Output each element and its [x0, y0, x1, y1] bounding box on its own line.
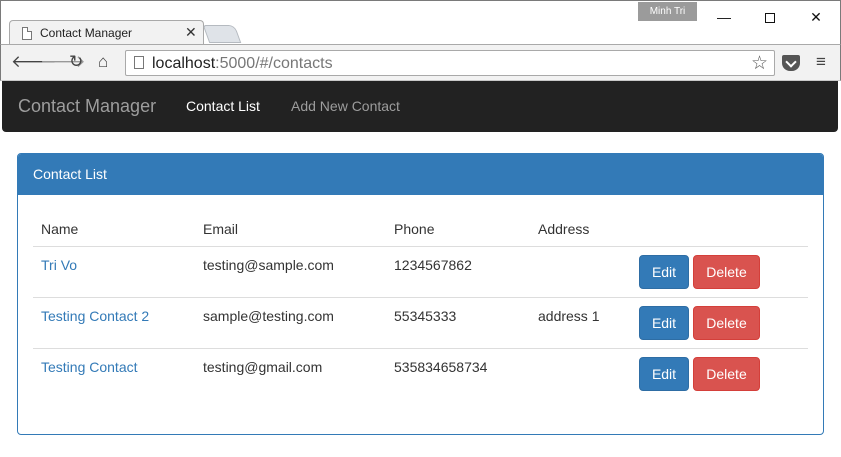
url-host: localhost — [152, 55, 216, 72]
contact-phone: 55345333 — [394, 308, 457, 324]
browser-toolbar: 🡐 🡒 ↻ ⌂ localhost:5000/#/contacts ☆ ≡ — [0, 44, 841, 81]
bookmark-star-icon[interactable]: ☆ — [751, 52, 768, 75]
url-text[interactable]: localhost:5000/#/contacts — [152, 55, 333, 73]
browser-titlebar: Minh Tri — ✕ Contact Manager ✕ — [0, 0, 841, 46]
edit-button[interactable]: Edit — [639, 357, 689, 391]
page-icon — [22, 27, 32, 40]
table-row: Testing Contact 2 sample@testing.com 553… — [33, 298, 808, 349]
contact-email: testing@gmail.com — [203, 359, 323, 375]
contact-phone: 535834658734 — [394, 359, 488, 375]
edit-button[interactable]: Edit — [639, 255, 689, 289]
reload-icon[interactable]: ↻ — [69, 52, 83, 72]
navbar-brand[interactable]: Contact Manager — [18, 96, 156, 117]
contact-phone: 1234567862 — [394, 257, 472, 273]
pocket-icon[interactable] — [782, 55, 800, 71]
table-row: Testing Contact testing@gmail.com 535834… — [33, 349, 808, 400]
delete-button[interactable]: Delete — [693, 306, 760, 340]
delete-button[interactable]: Delete — [693, 357, 760, 391]
column-header-email: Email — [203, 221, 239, 237]
edit-button[interactable]: Edit — [639, 306, 689, 340]
browser-user-badge[interactable]: Minh Tri — [638, 2, 697, 21]
minimize-button[interactable]: — — [701, 3, 747, 31]
contacts-table: Name Email Phone Address Tri Vo testing@… — [33, 209, 808, 400]
url-path: :5000/#/contacts — [215, 55, 333, 72]
contact-name-link[interactable]: Testing Contact — [41, 359, 138, 375]
app-navbar: Contact Manager Contact List Add New Con… — [2, 81, 838, 132]
tab-title: Contact Manager — [40, 26, 133, 40]
page-info-icon — [134, 56, 144, 69]
table-header-row: Name Email Phone Address — [33, 209, 808, 247]
column-header-address: Address — [538, 221, 590, 237]
delete-button[interactable]: Delete — [693, 255, 760, 289]
address-bar[interactable]: localhost:5000/#/contacts ☆ — [125, 50, 775, 76]
contact-name-link[interactable]: Testing Contact 2 — [41, 308, 149, 324]
new-tab-button[interactable] — [202, 25, 242, 43]
contact-email: sample@testing.com — [203, 308, 334, 324]
maximize-button[interactable] — [747, 3, 793, 31]
contact-email: testing@sample.com — [203, 257, 334, 273]
nav-link-contact-list[interactable]: Contact List — [186, 98, 260, 114]
hamburger-menu-icon[interactable]: ≡ — [816, 52, 826, 72]
column-header-name: Name — [41, 221, 79, 237]
tab-close-icon[interactable]: ✕ — [185, 24, 197, 41]
column-header-phone: Phone — [394, 221, 435, 237]
contact-name-link[interactable]: Tri Vo — [41, 257, 77, 273]
home-icon[interactable]: ⌂ — [98, 52, 108, 72]
contact-address: address 1 — [538, 308, 600, 324]
panel-title: Contact List — [18, 154, 823, 195]
table-row: Tri Vo testing@sample.com 1234567862 Edi… — [33, 247, 808, 298]
contact-list-panel: Contact List Name Email Phone Address Tr… — [17, 153, 824, 435]
browser-tab-active[interactable]: Contact Manager ✕ — [9, 20, 204, 46]
nav-link-add-new-contact[interactable]: Add New Contact — [291, 98, 400, 114]
window-close-button[interactable]: ✕ — [793, 3, 839, 31]
maximize-icon — [765, 13, 775, 24]
